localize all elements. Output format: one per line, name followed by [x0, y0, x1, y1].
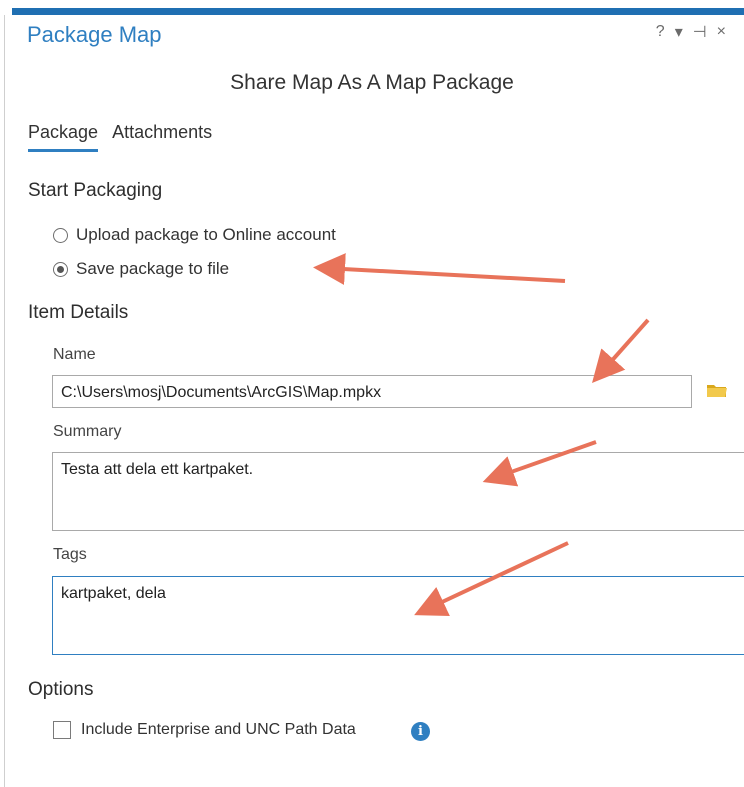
radio-button[interactable]: [53, 227, 68, 243]
folder-icon[interactable]: [706, 382, 728, 398]
pane-subtitle: Share Map As A Map Package: [230, 71, 514, 94]
summary-textarea[interactable]: Testa att dela ett kartpaket.: [52, 452, 744, 531]
name-value: C:\Users\mosj\Documents\ArcGIS\Map.mpkx: [61, 384, 382, 401]
window-top-accent: [12, 8, 744, 15]
item-details-heading: Item Details: [28, 302, 129, 323]
pane-title: Package Map: [27, 22, 162, 47]
tags-label: Tags: [53, 546, 87, 563]
options-heading: Options: [28, 679, 94, 700]
pin-icon[interactable]: ⊣: [693, 22, 707, 42]
tags-value: kartpaket, dela: [61, 585, 166, 602]
tab-package[interactable]: Package: [28, 122, 99, 152]
summary-label: Summary: [53, 423, 122, 440]
window-controls: ? ▾ ⊣ ×: [656, 22, 726, 42]
tags-input[interactable]: kartpaket, dela: [52, 576, 744, 655]
radio-label: Save package to file: [76, 259, 230, 278]
include-enterprise-checkbox[interactable]: [53, 721, 71, 739]
info-icon[interactable]: i: [411, 722, 430, 741]
arrow-to-name-field: [592, 318, 650, 383]
chevron-down-icon[interactable]: ▾: [675, 22, 683, 42]
tab-bar: Package Attachments: [28, 122, 212, 152]
radio-upload-online[interactable]: Upload package to Online account: [53, 225, 336, 245]
radio-button-selected[interactable]: [53, 261, 68, 277]
tab-attachments[interactable]: Attachments: [112, 122, 212, 152]
name-input[interactable]: C:\Users\mosj\Documents\ArcGIS\Map.mpkx: [52, 375, 692, 408]
summary-value: Testa att dela ett kartpaket.: [61, 461, 254, 478]
arrow-to-save-option: [313, 253, 566, 286]
radio-save-to-file[interactable]: Save package to file: [53, 259, 229, 279]
panel-left-border: [4, 15, 5, 787]
start-packaging-heading: Start Packaging: [28, 180, 163, 201]
radio-label: Upload package to Online account: [76, 225, 336, 244]
close-icon[interactable]: ×: [717, 23, 726, 41]
include-enterprise-label[interactable]: Include Enterprise and UNC Path Data: [81, 721, 356, 739]
help-icon[interactable]: ?: [656, 23, 665, 41]
name-label: Name: [53, 346, 96, 363]
